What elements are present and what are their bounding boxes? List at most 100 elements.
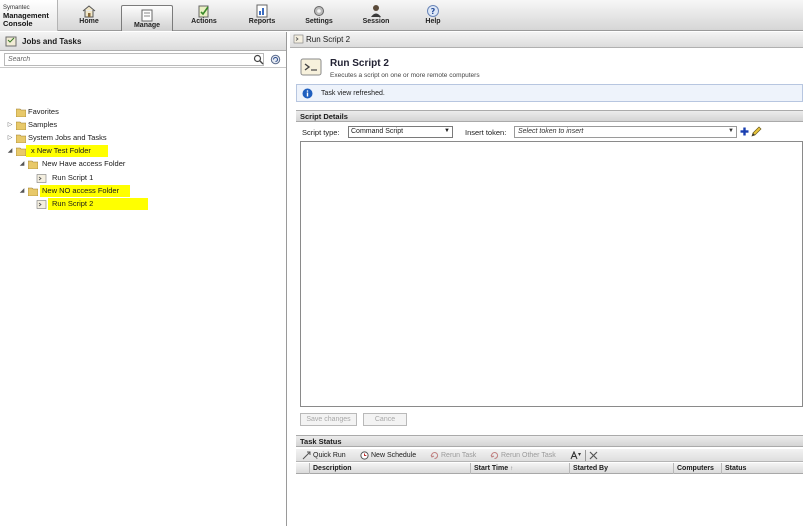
search-icon[interactable] xyxy=(253,54,264,65)
nav-tab-help[interactable]: ? Help xyxy=(407,2,459,30)
column-label: Started By xyxy=(573,465,609,472)
tree-item-label: System Jobs and Tasks xyxy=(28,133,107,142)
folder-open-icon xyxy=(16,147,26,156)
new-schedule-button[interactable]: New Schedule xyxy=(360,450,428,461)
jobs-and-tasks-header: Jobs and Tasks xyxy=(0,32,286,51)
rerun-icon xyxy=(430,452,439,460)
column-select[interactable] xyxy=(296,463,310,474)
column-description[interactable]: Description xyxy=(310,463,471,474)
add-token-icon[interactable] xyxy=(740,127,749,136)
script-task-icon xyxy=(293,34,304,44)
column-started-by[interactable]: Started By xyxy=(570,463,674,474)
tree-item-label-highlighted: New NO access Folder xyxy=(40,185,130,197)
task-status-header: Task Status xyxy=(296,435,803,447)
nav-tab-reports[interactable]: Reports xyxy=(236,2,288,30)
jobs-tasks-icon xyxy=(5,36,17,47)
tree-item-run-script-1[interactable]: Run Script 1 xyxy=(30,172,276,184)
manage-icon xyxy=(141,9,153,22)
column-computers[interactable]: Computers xyxy=(674,463,722,474)
script-details-header: Script Details xyxy=(296,110,803,122)
quick-run-button[interactable]: Quick Run xyxy=(302,450,352,461)
folder-open-icon xyxy=(28,187,38,196)
task-title: Run Script 2 xyxy=(330,58,389,69)
sort-indicator-icon: ↑ xyxy=(510,466,514,472)
refresh-icon[interactable] xyxy=(270,54,281,65)
chevron-down-icon: ▼ xyxy=(728,128,734,134)
search-input[interactable] xyxy=(4,53,264,66)
column-label: Status xyxy=(725,465,747,472)
edit-pencil-icon[interactable] xyxy=(751,126,762,137)
column-status[interactable]: Status xyxy=(722,463,803,474)
nav-tab-label: Manage xyxy=(133,22,161,29)
tree-item-favorites[interactable]: Favorites xyxy=(6,106,276,118)
script-editor[interactable] xyxy=(300,141,803,407)
tree-item-x-new-test-folder[interactable]: ◢ x New Test Folder xyxy=(6,145,276,157)
toolbar-label: New Schedule xyxy=(371,452,417,459)
quick-run-icon xyxy=(302,451,311,460)
home-icon xyxy=(82,5,96,18)
settings-icon xyxy=(314,6,324,16)
info-message: Task view refreshed. xyxy=(321,90,385,97)
info-icon xyxy=(302,88,313,99)
tree-item-label: Samples xyxy=(28,120,58,129)
tree-item-system-jobs-and-tasks[interactable]: ▷ System Jobs and Tasks xyxy=(6,132,276,144)
task-status-table-body xyxy=(296,475,803,526)
collapse-icon[interactable]: ◢ xyxy=(18,158,26,170)
tree-item-new-no-access-folder[interactable]: ◢ New NO access Folder xyxy=(18,185,276,197)
nav-tab-actions[interactable]: Actions xyxy=(178,2,230,30)
save-changes-button[interactable]: Save changes xyxy=(300,413,357,426)
collapse-icon[interactable]: ◢ xyxy=(6,145,14,157)
script-type-select[interactable]: Command Script ▼ xyxy=(348,126,453,138)
svg-text:?: ? xyxy=(431,7,436,16)
toolbar-label: Quick Run xyxy=(313,452,346,459)
nav-tab-session[interactable]: Session xyxy=(350,2,402,30)
task-status-toolbar: Quick Run New Schedule Rerun Task Rerun … xyxy=(296,449,803,462)
task-detail-pane: Run Script 2 Run Script 2 Executes a scr… xyxy=(290,32,803,526)
insert-token-select[interactable]: Select token to insert ▼ xyxy=(514,126,737,138)
pane-title: Jobs and Tasks xyxy=(22,37,82,46)
nav-tab-label: Settings xyxy=(305,18,333,25)
tree-item-label: Favorites xyxy=(28,107,59,116)
nav-tab-home[interactable]: Home xyxy=(63,2,115,30)
tree-item-samples[interactable]: ▷ Samples xyxy=(6,119,276,131)
app-logo: Symantec Management Console xyxy=(0,0,58,31)
cancel-button[interactable]: Cance xyxy=(363,413,407,426)
nav-tab-label: Actions xyxy=(191,18,217,25)
actions-icon xyxy=(198,5,209,18)
rerun-other-task-button[interactable]: Rerun Other Task xyxy=(490,450,568,461)
nav-tab-label: Reports xyxy=(248,18,276,25)
delete-icon[interactable] xyxy=(589,451,598,460)
script-type-label: Script type: xyxy=(302,128,340,137)
folder-open-icon xyxy=(28,160,38,169)
search-row xyxy=(0,51,286,68)
rerun-task-button[interactable]: Rerun Task xyxy=(430,450,485,461)
collapse-icon[interactable]: ◢ xyxy=(18,185,26,197)
session-icon xyxy=(371,5,381,17)
nav-tab-settings[interactable]: Settings xyxy=(293,2,345,30)
logo-title-line2: Console xyxy=(3,19,33,28)
run-script-icon xyxy=(300,58,322,76)
tree-item-label: New NO access Folder xyxy=(42,186,120,195)
expand-icon[interactable]: ▷ xyxy=(6,132,14,144)
task-subtitle: Executes a script on one or more remote … xyxy=(330,72,480,79)
filter-icon[interactable] xyxy=(570,451,582,460)
toolbar-label: Rerun Task xyxy=(441,452,477,459)
info-bar: Task view refreshed. xyxy=(296,84,803,102)
tree-item-new-have-access-folder[interactable]: ◢ New Have access Folder xyxy=(18,158,276,170)
nav-tab-label: Home xyxy=(79,18,99,25)
column-start-time[interactable]: Start Time ↑ xyxy=(471,463,570,474)
task-title-area: Run Script 2 Executes a script on one or… xyxy=(290,49,803,83)
expand-icon[interactable]: ▷ xyxy=(6,119,14,131)
header-title: Run Script 2 xyxy=(306,35,351,44)
tree-item-label: Run Script 1 xyxy=(52,173,94,182)
folder-icon xyxy=(16,134,26,143)
tree-item-run-script-2[interactable]: Run Script 2 xyxy=(30,198,276,210)
section-title: Script Details xyxy=(300,112,348,121)
tree-item-label-highlighted: Run Script 2 xyxy=(48,198,148,210)
reports-icon xyxy=(256,4,268,18)
nav-tab-manage[interactable]: Manage xyxy=(121,5,173,31)
folder-icon xyxy=(16,121,26,130)
column-label: Start Time xyxy=(474,465,509,472)
tree-item-label-highlighted: x New Test Folder xyxy=(26,145,108,157)
script-type-value: Command Script xyxy=(351,128,404,135)
